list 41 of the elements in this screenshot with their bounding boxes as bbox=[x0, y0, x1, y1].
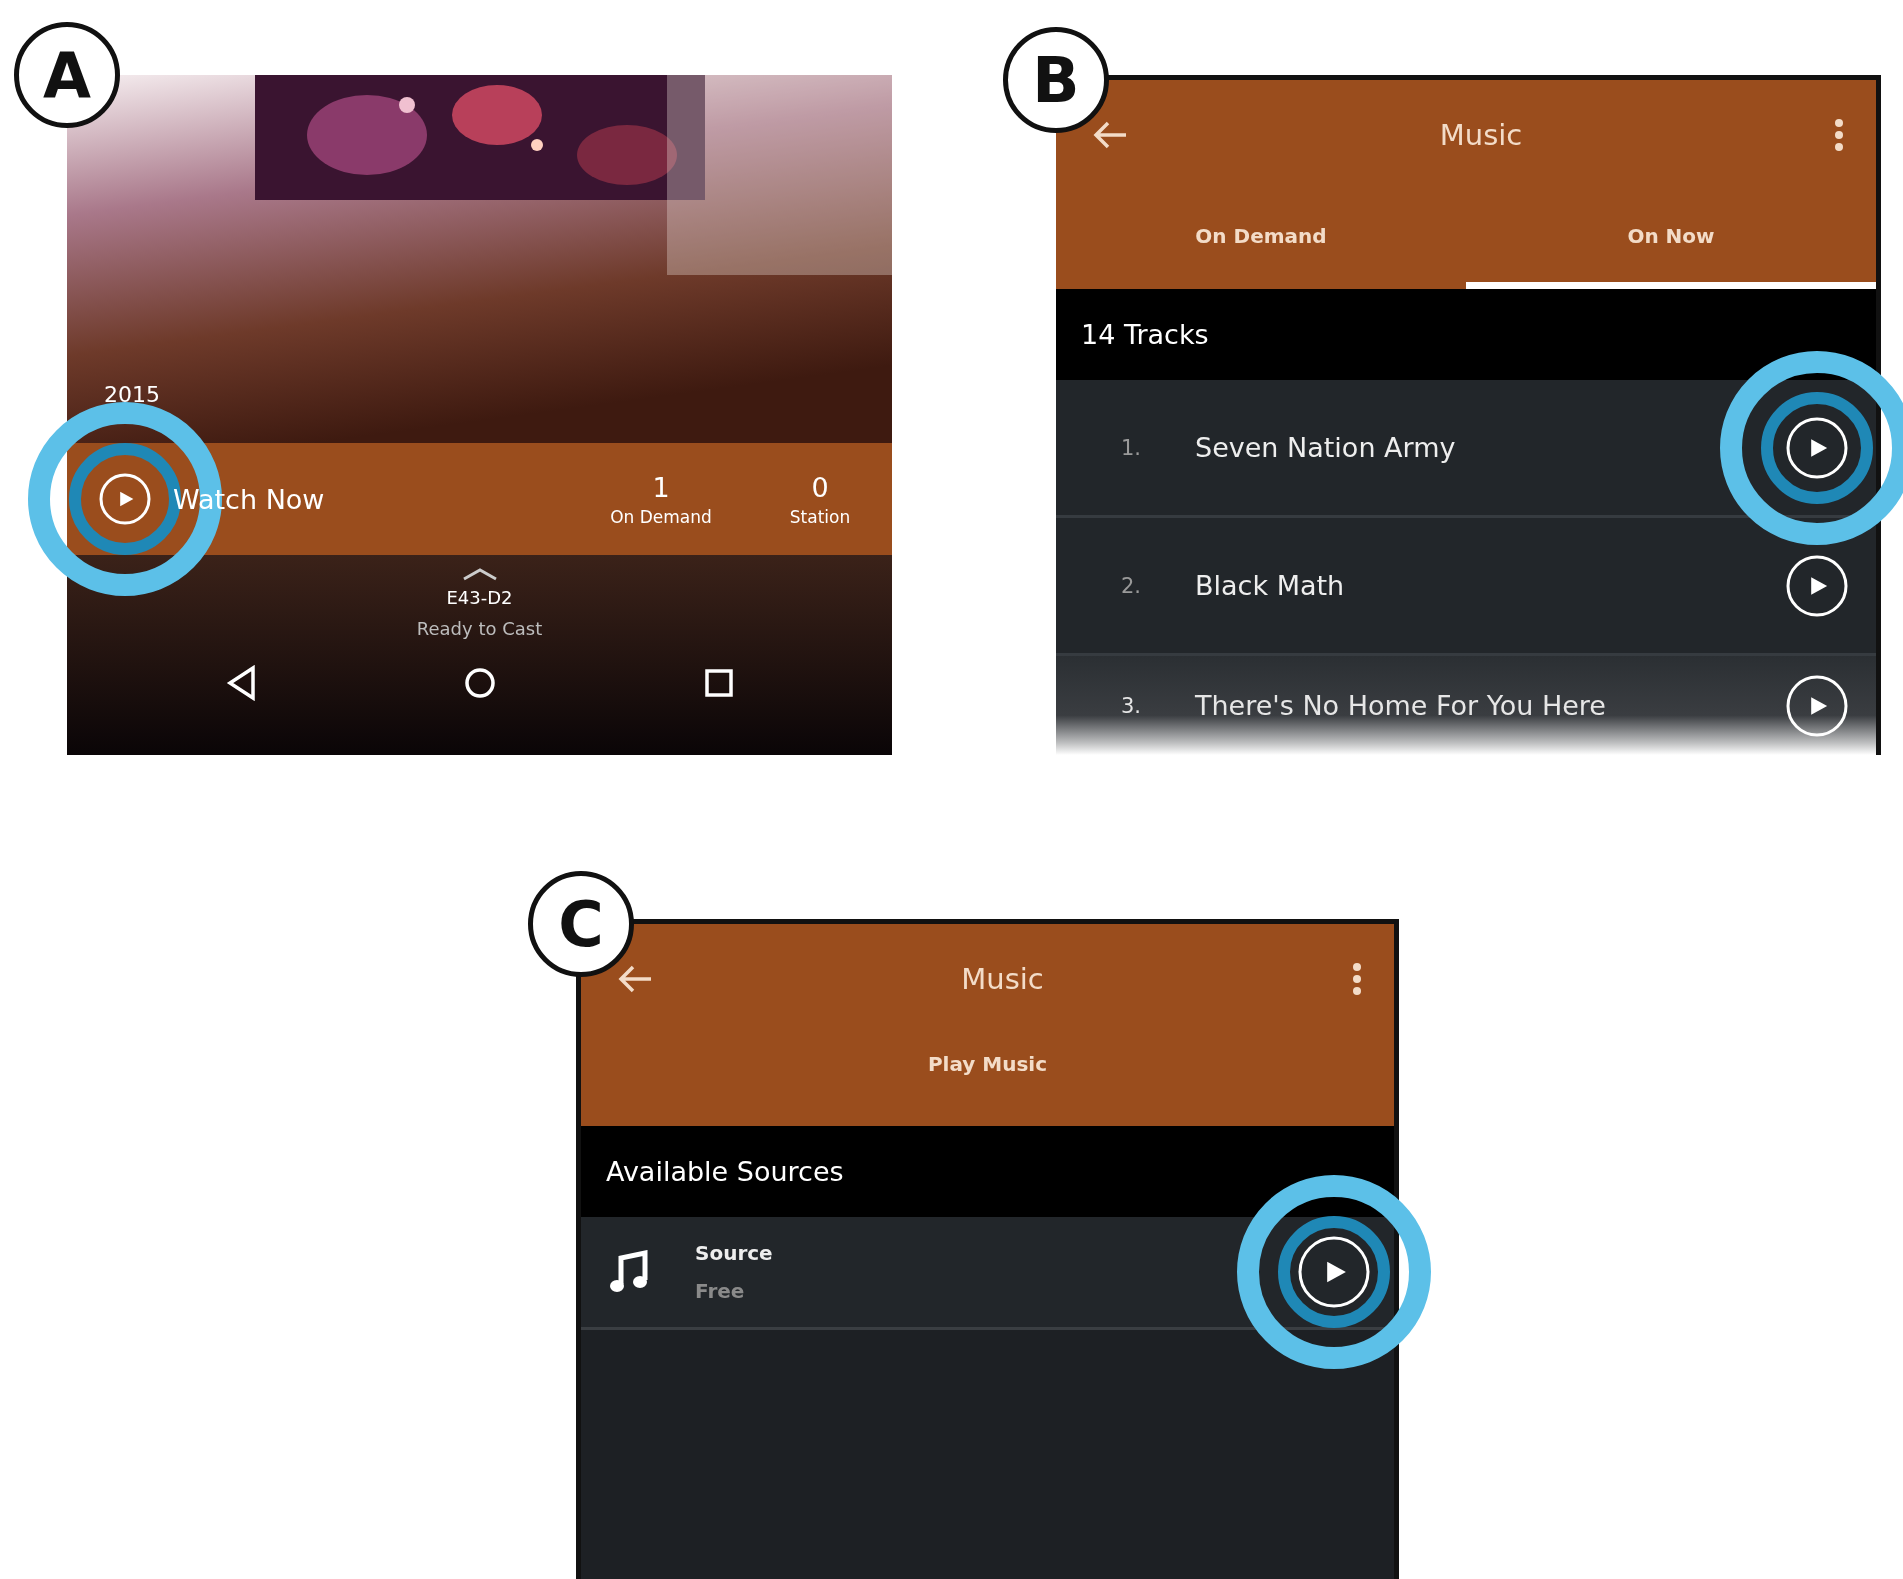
track-number: 1. bbox=[1121, 435, 1143, 460]
panel-label: A bbox=[14, 22, 120, 128]
section-heading: Available Sources bbox=[581, 1126, 1394, 1217]
play-button[interactable] bbox=[1786, 416, 1848, 479]
home-icon[interactable] bbox=[463, 667, 496, 699]
back-arrow-icon[interactable] bbox=[617, 964, 653, 994]
play-button[interactable] bbox=[1786, 674, 1848, 737]
play-button[interactable] bbox=[1786, 554, 1848, 617]
device-status: Ready to Cast bbox=[416, 618, 543, 639]
count-value: 1 bbox=[652, 471, 670, 503]
recents-icon[interactable] bbox=[703, 668, 734, 698]
caret-icon[interactable] bbox=[461, 567, 498, 581]
track-number: 3. bbox=[1121, 693, 1143, 718]
back-arrow-icon[interactable] bbox=[1092, 120, 1128, 150]
source-price: Free bbox=[695, 1279, 746, 1303]
play-button[interactable] bbox=[99, 473, 151, 525]
panel-label: C bbox=[528, 871, 634, 977]
source-row[interactable]: Source Free bbox=[581, 1217, 1394, 1330]
device-name: E43-D2 bbox=[446, 587, 513, 608]
count-label: On Demand bbox=[610, 506, 712, 527]
more-menu-icon[interactable] bbox=[1352, 962, 1362, 996]
track-title: There's No Home For You Here bbox=[1195, 690, 1606, 721]
track-row[interactable]: 1. Seven Nation Army bbox=[1056, 380, 1876, 518]
track-number: 2. bbox=[1121, 573, 1143, 598]
count-label: Station bbox=[789, 506, 851, 527]
track-title: Black Math bbox=[1195, 570, 1345, 601]
play-button[interactable] bbox=[1298, 1236, 1370, 1308]
release-year: 2015 bbox=[104, 382, 161, 407]
track-title: Seven Nation Army bbox=[1195, 432, 1456, 463]
screen-title: Music bbox=[1438, 118, 1524, 152]
back-icon[interactable] bbox=[225, 665, 256, 701]
more-menu-icon[interactable] bbox=[1834, 118, 1844, 152]
screen-subtitle: Play Music bbox=[926, 1051, 1049, 1078]
tab[interactable]: On Demand bbox=[1056, 190, 1466, 289]
panel-label: B bbox=[1003, 27, 1109, 133]
music-note-icon bbox=[609, 1250, 649, 1294]
count-value: 0 bbox=[811, 471, 829, 503]
section-heading: 14 Tracks bbox=[1056, 289, 1876, 380]
source-name: Source bbox=[695, 1241, 773, 1265]
track-row[interactable]: 2. Black Math bbox=[1056, 518, 1876, 656]
screen-title: Music bbox=[960, 962, 1045, 996]
